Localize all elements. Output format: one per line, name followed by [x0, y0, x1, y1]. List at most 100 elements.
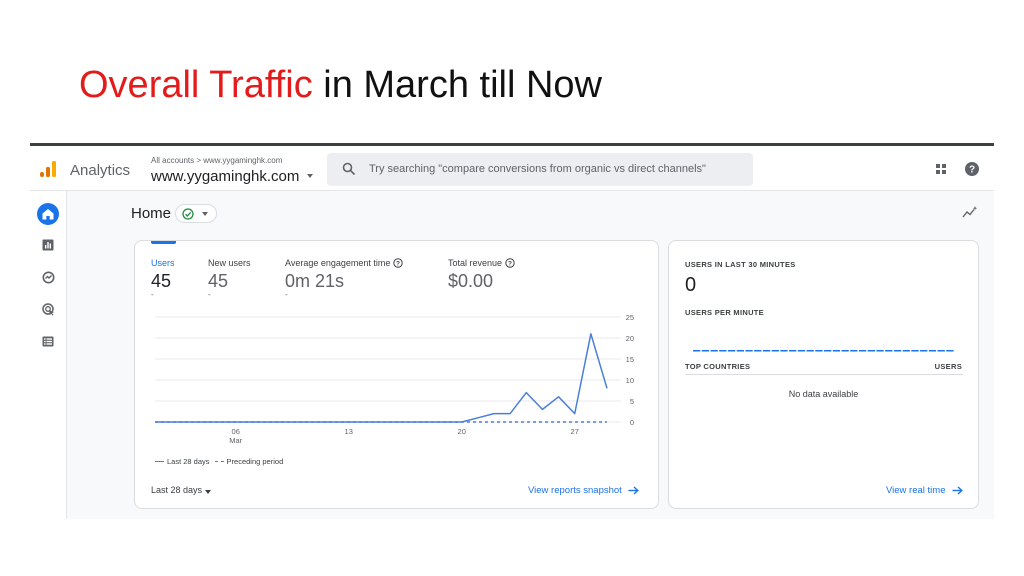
per-minute-bar [701, 350, 710, 352]
per-minute-bar [946, 350, 954, 352]
help-circle-icon[interactable]: ? [505, 258, 515, 268]
help-icon[interactable]: ? [964, 161, 980, 177]
per-minute-bar [902, 350, 910, 352]
data-status-chip[interactable] [175, 204, 217, 223]
metric-change: - [208, 290, 211, 299]
svg-text:?: ? [396, 260, 400, 267]
per-minute-bar [719, 350, 727, 352]
x-tick-label: 13 [345, 427, 353, 436]
nav-configure[interactable] [37, 330, 59, 352]
x-tick-label: 27 [571, 427, 579, 436]
slide-title-rest: in March till Now [312, 64, 602, 106]
metric-change: - [151, 290, 154, 299]
overview-card: Users 45 - New users 45 - Average engage… [134, 240, 659, 509]
nav-reports[interactable] [37, 234, 59, 256]
metric-engagement-time[interactable]: Average engagement time ? 0m 21s - [285, 258, 404, 299]
per-minute-bar [911, 350, 919, 352]
per-minute-bar [841, 350, 849, 352]
analytics-screenshot: Analytics All accounts > www.yygaminghk.… [30, 143, 994, 519]
users-per-minute-label: USERS PER MINUTE [685, 308, 764, 317]
svg-text:?: ? [508, 260, 512, 267]
per-minute-bar [780, 350, 788, 352]
metric-change: - [285, 290, 288, 299]
product-name: Analytics [70, 162, 131, 179]
per-minute-bar [824, 350, 832, 352]
per-minute-bar [754, 350, 762, 352]
per-minute-bar [850, 350, 858, 352]
reports-icon [42, 239, 54, 251]
nav-explore[interactable] [37, 266, 59, 288]
search-icon [342, 162, 356, 176]
top-bar: Analytics All accounts > www.yygaminghk.… [30, 146, 994, 191]
per-minute-bar [762, 350, 771, 352]
users-per-minute-bars [693, 350, 954, 352]
link-label: View real time [886, 485, 946, 496]
nav-home[interactable] [37, 203, 59, 225]
nav-advertising[interactable] [37, 298, 59, 320]
realtime-card: USERS IN LAST 30 MINUTES 0 USERS PER MIN… [668, 240, 979, 509]
metric-users[interactable]: Users 45 - [151, 258, 175, 299]
per-minute-bar [727, 350, 736, 352]
account-caret-icon[interactable] [307, 174, 313, 178]
y-tick-label: 15 [626, 355, 634, 364]
y-tick-label: 20 [626, 334, 634, 343]
metric-total-revenue[interactable]: Total revenue ? $0.00 [448, 258, 515, 292]
realtime-users-label: USERS IN LAST 30 MINUTES [685, 260, 796, 269]
per-minute-bar [710, 350, 718, 352]
per-minute-bar [771, 350, 779, 352]
metric-label: New users [208, 258, 251, 268]
per-minute-bar [876, 350, 884, 352]
per-minute-bar [745, 350, 753, 352]
y-tick-label: 25 [626, 313, 634, 322]
check-circle-icon [182, 208, 194, 220]
chart-legend: Last 28 days Preceding period [155, 457, 283, 466]
slide-title-highlight: Overall Traffic [79, 64, 313, 106]
arrow-right-icon [952, 486, 963, 495]
apps-grid-icon[interactable] [935, 163, 947, 175]
per-minute-bar [867, 350, 875, 352]
advertising-icon [41, 302, 54, 316]
legend-label-current: Last 28 days [167, 457, 210, 466]
metric-new-users[interactable]: New users 45 - [208, 258, 251, 299]
per-minute-bar [806, 350, 814, 352]
x-tick-sublabel: Mar [229, 436, 242, 445]
users-trend-chart: 0 5 10 15 20 25 06Mar 13 20 27 [155, 313, 634, 445]
explore-icon [42, 271, 54, 283]
metric-value: $0.00 [448, 271, 494, 291]
search-input[interactable]: Try searching "compare conversions from … [327, 153, 753, 186]
metric-value: 0m 21s [285, 271, 345, 291]
legend-swatch-dashed [214, 461, 224, 462]
view-real-time-link[interactable]: View real time [886, 485, 963, 496]
metric-label: Total revenue [448, 258, 503, 268]
metric-label-row: Average engagement time ? [285, 258, 404, 268]
per-minute-bar [920, 350, 928, 352]
per-minute-bar [789, 350, 797, 352]
analytics-logo-icon [40, 161, 56, 177]
arrow-right-icon [628, 486, 639, 495]
y-tick-label: 0 [630, 418, 634, 427]
per-minute-bar [937, 350, 945, 352]
per-minute-bar [693, 350, 701, 352]
link-label: View reports snapshot [528, 485, 622, 496]
account-selector[interactable]: www.yygaminghk.com [151, 168, 299, 185]
metric-label-row: Total revenue ? [448, 258, 515, 268]
legend-label-preceding: Preceding period [226, 457, 284, 466]
account-breadcrumb[interactable]: All accounts > www.yygaminghk.com [151, 156, 282, 165]
selected-metric-indicator [151, 241, 176, 244]
x-tick-label: 20 [458, 427, 466, 436]
insights-icon[interactable] [962, 205, 978, 219]
slide-title: Overall Traffic in March till Now [79, 62, 602, 108]
date-range-selector[interactable]: Last 28 days [151, 485, 202, 495]
help-circle-icon[interactable]: ? [393, 258, 404, 268]
view-reports-snapshot-link[interactable]: View reports snapshot [528, 485, 639, 496]
y-tick-label: 10 [626, 376, 634, 385]
last-28-days-line [155, 333, 608, 423]
search-placeholder: Try searching "compare conversions from … [369, 163, 706, 175]
date-range-caret-icon[interactable] [205, 490, 211, 494]
per-minute-bar [893, 350, 902, 352]
home-icon [42, 209, 54, 220]
no-data-message: No data available [788, 389, 859, 399]
x-tick-label: 06 [232, 427, 240, 436]
per-minute-bar [736, 350, 744, 352]
chip-caret-icon [202, 212, 208, 216]
